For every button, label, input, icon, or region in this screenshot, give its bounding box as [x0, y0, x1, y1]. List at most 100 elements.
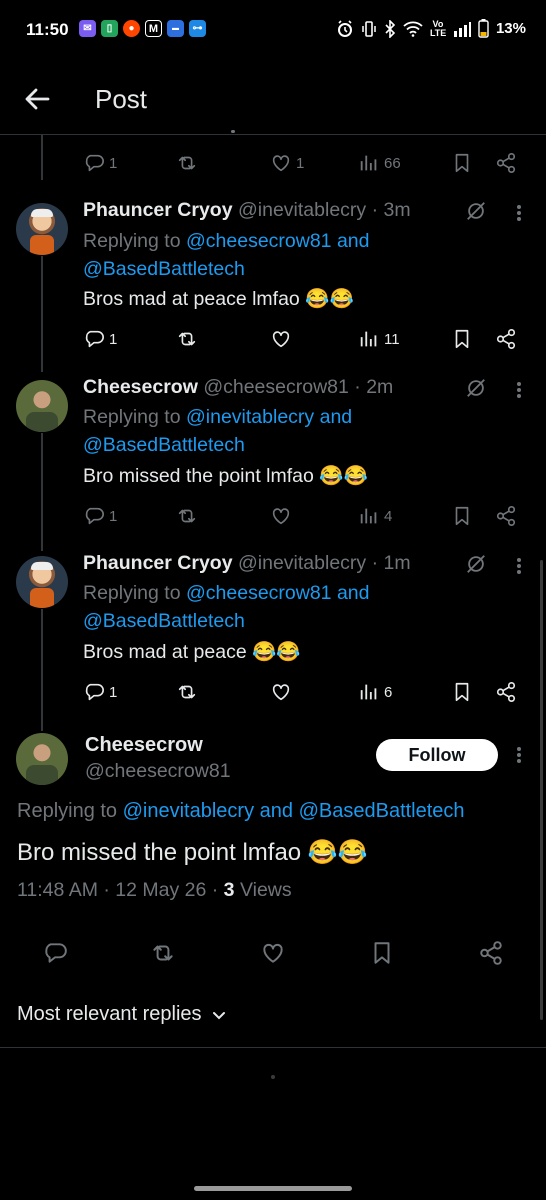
bookmark-icon [455, 329, 469, 349]
grok-icon[interactable] [465, 200, 487, 222]
reply-button[interactable] [42, 940, 68, 966]
grok-icon[interactable] [465, 377, 487, 399]
reply-sort-dropdown[interactable]: Most relevant replies [17, 1003, 226, 1026]
wifi-icon [403, 21, 423, 37]
display-name[interactable]: Cheesecrow [85, 734, 203, 757]
user-handle[interactable]: @cheesecrow81 [85, 760, 231, 783]
display-name[interactable]: Phauncer Cryoy [83, 199, 233, 221]
reply-button[interactable]: 1 [83, 328, 117, 350]
tweet-text: Bros mad at peace 😂😂 [83, 641, 301, 663]
app-notification-icon: ▬ [167, 20, 184, 37]
repost-button[interactable] [176, 328, 198, 350]
repost-icon [153, 945, 173, 961]
share-button[interactable] [495, 152, 517, 174]
views-button[interactable]: 4 [358, 505, 392, 527]
alarm-icon [337, 19, 352, 37]
share-icon [480, 941, 502, 965]
bookmark-button[interactable] [451, 152, 473, 174]
signal-icon [453, 21, 471, 37]
mention-link[interactable]: @BasedBattletech [83, 258, 245, 280]
user-handle[interactable]: @inevitablecry [238, 552, 366, 574]
mention-link[interactable]: @inevitablecry [186, 406, 314, 428]
views-count: 66 [384, 154, 401, 172]
replying-to-label: Replying to [83, 582, 181, 604]
share-button[interactable] [495, 505, 517, 527]
avatar[interactable] [16, 733, 68, 785]
system-icons: Vo LTE 13% [336, 19, 526, 38]
more-options-icon[interactable] [516, 556, 522, 576]
reply-count: 1 [109, 330, 118, 348]
follow-button[interactable]: Follow [376, 739, 498, 771]
volte-label: Vo LTE [429, 18, 447, 38]
display-name[interactable]: Phauncer Cryoy [83, 552, 233, 574]
replying-to-label: Replying to [83, 230, 181, 252]
share-button[interactable] [495, 681, 517, 703]
views-chart-icon [360, 684, 377, 700]
share-button[interactable] [478, 940, 504, 966]
repost-button[interactable] [176, 505, 198, 527]
avatar[interactable] [16, 556, 68, 608]
vibrate-icon [362, 20, 376, 37]
bookmark-button[interactable] [369, 940, 395, 966]
status-time: 11:50 [26, 20, 69, 39]
views-button[interactable]: 66 [358, 152, 401, 174]
like-button[interactable] [260, 940, 286, 966]
replying-to: Replying to @inevitablecry and @BasedBat… [17, 800, 465, 823]
avatar[interactable] [16, 203, 68, 255]
like-button[interactable]: 1 [270, 152, 304, 174]
home-indicator[interactable] [194, 1186, 352, 1191]
more-options-icon[interactable] [516, 203, 522, 223]
mention-link[interactable]: @BasedBattletech [83, 610, 245, 632]
reply-button[interactable]: 1 [83, 505, 117, 527]
like-button[interactable] [270, 328, 292, 350]
reply-button[interactable]: 1 [83, 681, 117, 703]
reply-button[interactable]: 1 [83, 152, 117, 174]
like-button[interactable] [270, 681, 292, 703]
share-button[interactable] [495, 328, 517, 350]
more-options-icon[interactable] [516, 380, 522, 400]
grok-icon[interactable] [465, 553, 487, 575]
back-button[interactable] [22, 84, 52, 114]
user-handle[interactable]: @inevitablecry [238, 199, 366, 221]
and-label: and [319, 406, 353, 428]
bookmark-button[interactable] [451, 505, 473, 527]
user-handle[interactable]: @cheesecrow81 [203, 376, 349, 398]
views-count: 4 [384, 507, 393, 525]
repost-button[interactable] [176, 681, 198, 703]
more-options-icon[interactable] [516, 745, 522, 765]
heart-icon [272, 331, 290, 348]
repost-icon [178, 156, 196, 170]
bookmark-icon [455, 682, 469, 702]
replying-to: Replying to @cheesecrow81 and @BasedBatt… [83, 579, 443, 635]
display-name[interactable]: Cheesecrow [83, 376, 198, 398]
repost-icon [178, 332, 196, 346]
share-icon [496, 153, 516, 173]
views-count: 3 [223, 879, 235, 901]
views-button[interactable]: 6 [358, 681, 392, 703]
reply-icon [85, 683, 104, 701]
repost-button[interactable] [150, 940, 176, 966]
like-button[interactable] [270, 505, 292, 527]
reply-icon [85, 507, 104, 525]
battery-level: 13% [495, 20, 526, 37]
mention-link[interactable]: @cheesecrow81 [186, 230, 332, 252]
tweet-text: Bro missed the point lmfao 😂😂 [83, 465, 368, 487]
bookmark-button[interactable] [451, 681, 473, 703]
mention-link[interactable]: @cheesecrow81 [186, 582, 332, 604]
views-button[interactable]: 11 [358, 328, 400, 350]
bookmark-button[interactable] [451, 328, 473, 350]
tweet-text: Bros mad at peace lmfao 😂😂 [83, 288, 354, 310]
scrollbar[interactable] [540, 560, 543, 1020]
reply-count: 1 [109, 507, 118, 525]
mention-link[interactable]: @BasedBattletech [299, 800, 465, 822]
mention-link[interactable]: @BasedBattletech [83, 434, 245, 456]
bookmark-icon [455, 153, 469, 173]
status-bar: 11:50 ✉ ▯ ● M ▬ ⊶ Vo LTE 13% [0, 0, 546, 62]
repost-button[interactable] [176, 152, 198, 174]
tweet-time: · 2m [354, 376, 394, 398]
views-chart-icon [360, 331, 377, 347]
gmail-icon: M [145, 20, 162, 37]
avatar[interactable] [16, 380, 68, 432]
replying-to: Replying to @inevitablecry and @BasedBat… [83, 403, 443, 459]
mention-link[interactable]: @inevitablecry [123, 800, 254, 822]
